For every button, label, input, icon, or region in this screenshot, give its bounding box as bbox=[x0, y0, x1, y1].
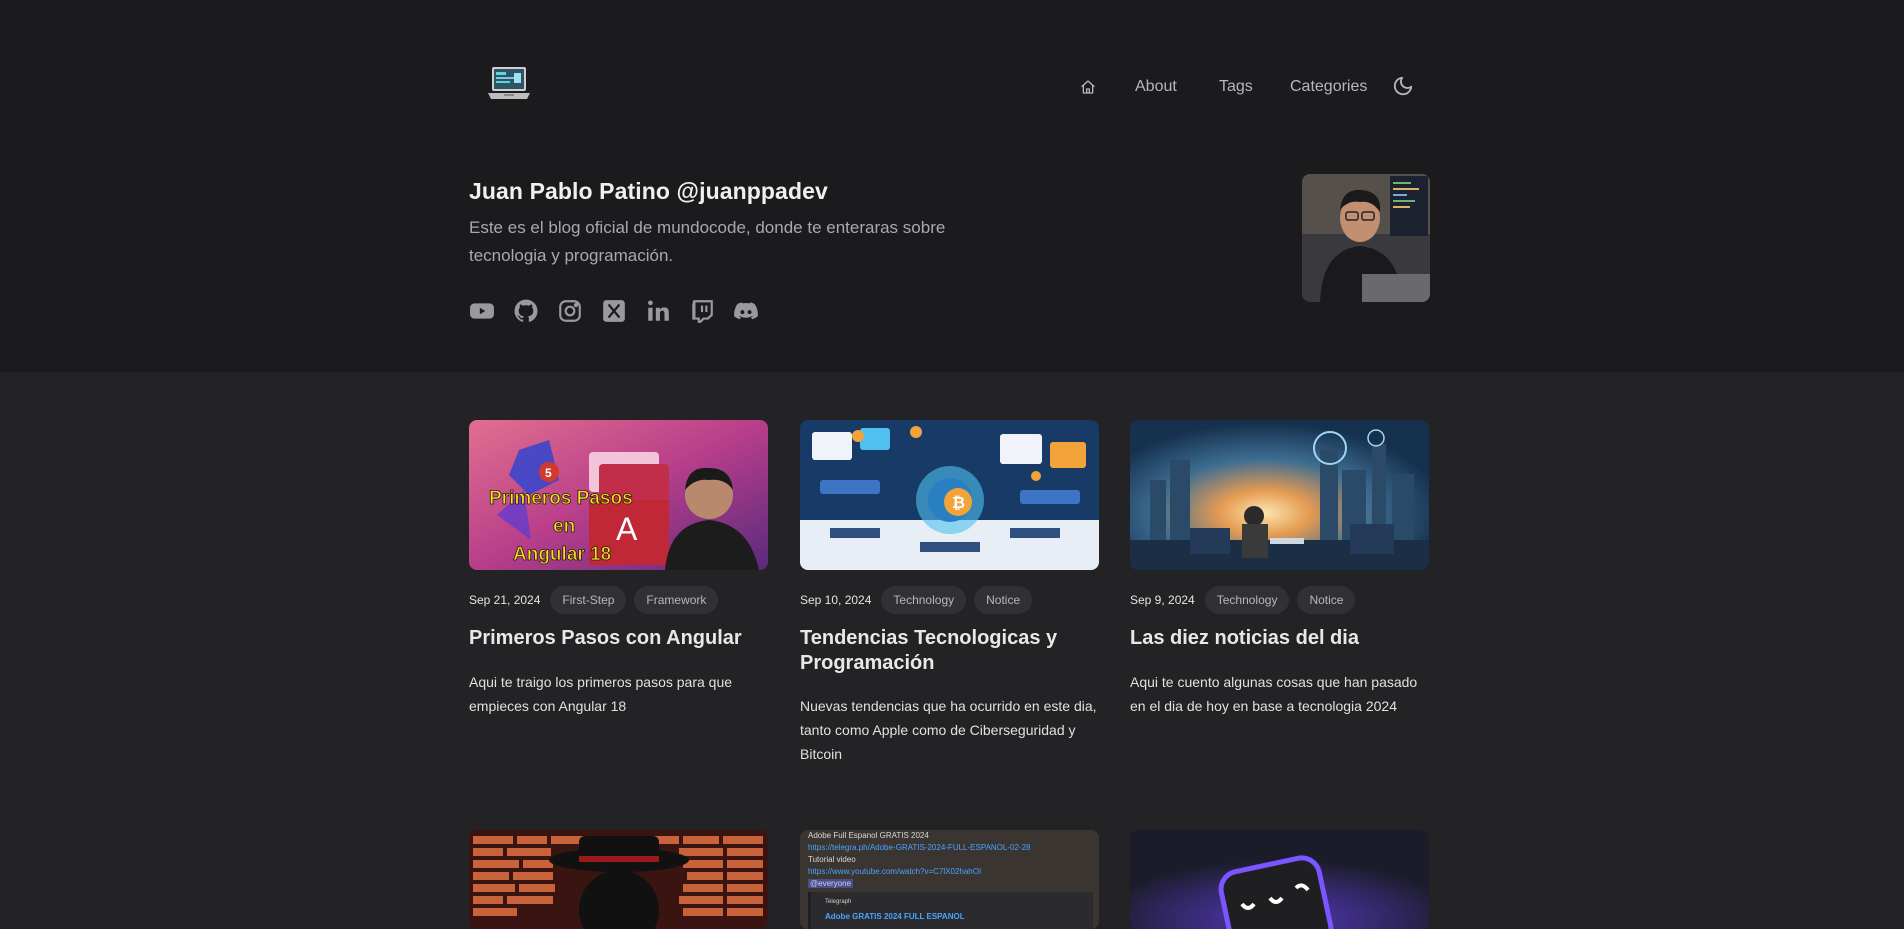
hero-header bbox=[0, 0, 1904, 372]
home-icon[interactable] bbox=[1080, 79, 1096, 100]
embed-site: Telegraph bbox=[825, 899, 852, 905]
youtube-icon[interactable] bbox=[469, 298, 495, 324]
post-tag[interactable]: Technology bbox=[1204, 586, 1290, 614]
post-date: Sep 9, 2024 bbox=[1130, 593, 1195, 607]
post-description: Aqui te traigo los primeros pasos para q… bbox=[469, 674, 733, 714]
top-nav: About Tags Categories bbox=[0, 72, 1904, 102]
post-thumbnail[interactable] bbox=[1130, 830, 1429, 929]
nav-categories[interactable]: Categories bbox=[1290, 72, 1367, 102]
preview-link[interactable]: https://telegra.ph/Adobe-GRATIS-2024-FUL… bbox=[808, 843, 1030, 852]
nav-tags[interactable]: Tags bbox=[1219, 72, 1253, 102]
post-thumbnail[interactable]: 5 A Primeros Pasos en Angular 18 bbox=[469, 420, 768, 570]
post-title[interactable]: Tendencias Tecnologicas y Programación bbox=[800, 626, 1099, 676]
nav-about[interactable]: About bbox=[1135, 72, 1177, 102]
post-tag[interactable]: First-Step bbox=[550, 586, 627, 614]
thumb-title-line3: Angular 18 bbox=[513, 544, 611, 565]
post-thumbnail[interactable] bbox=[469, 830, 768, 929]
svg-text:A: A bbox=[616, 511, 638, 547]
preview-text: Tutorial video bbox=[808, 855, 856, 864]
author-avatar bbox=[1302, 174, 1430, 302]
embed-title[interactable]: Adobe GRATIS 2024 FULL ESPANOL bbox=[825, 912, 965, 921]
author-name: Juan Pablo Patino @juanppadev bbox=[469, 178, 828, 204]
svg-text:₿: ₿ bbox=[952, 494, 965, 512]
preview-mention: @everyone bbox=[808, 879, 854, 888]
post-title[interactable]: Las diez noticias del dia bbox=[1130, 626, 1429, 651]
author-bio: Este es el blog oficial de mundocode, do… bbox=[469, 218, 946, 265]
post-meta: Sep 21, 2024 First-Step Framework bbox=[469, 586, 726, 614]
github-icon[interactable] bbox=[513, 298, 539, 324]
x-icon[interactable] bbox=[601, 298, 627, 324]
post-tag[interactable]: Technology bbox=[881, 586, 967, 614]
post-meta: Sep 10, 2024 Technology Notice bbox=[800, 586, 1040, 614]
linkedin-icon[interactable] bbox=[645, 298, 671, 324]
post-thumbnail[interactable]: ₿ bbox=[800, 420, 1099, 570]
post-tag[interactable]: Notice bbox=[1297, 586, 1356, 614]
thumb-title-line2: en bbox=[553, 516, 575, 537]
twitch-icon[interactable] bbox=[689, 298, 715, 324]
preview-link[interactable]: https://www.youtube.com/watch?v=C7lX02ha… bbox=[808, 867, 981, 876]
moon-icon[interactable] bbox=[1392, 75, 1414, 102]
discord-message-preview: Adobe Full Espanol GRATIS 2024 https://t… bbox=[800, 830, 1099, 929]
preview-text: Adobe Full Espanol GRATIS 2024 bbox=[808, 831, 929, 840]
post-description: Nuevas tendencias que ha ocurrido en est… bbox=[800, 698, 1097, 762]
thumb-title-line1: Primeros Pasos bbox=[489, 488, 633, 509]
instagram-icon[interactable] bbox=[557, 298, 583, 324]
post-thumbnail[interactable] bbox=[1130, 420, 1429, 570]
discord-icon[interactable] bbox=[733, 298, 759, 324]
post-title[interactable]: Primeros Pasos con Angular bbox=[469, 626, 768, 651]
post-tag[interactable]: Notice bbox=[974, 586, 1033, 614]
post-description: Aqui te cuento algunas cosas que han pas… bbox=[1130, 674, 1418, 714]
post-date: Sep 10, 2024 bbox=[800, 593, 872, 607]
post-thumbnail[interactable]: Adobe Full Espanol GRATIS 2024 https://t… bbox=[800, 830, 1099, 929]
post-tag[interactable]: Framework bbox=[634, 586, 719, 614]
post-meta: Sep 9, 2024 Technology Notice bbox=[1130, 586, 1363, 614]
preview-embed: Telegraph Adobe GRATIS 2024 FULL ESPANOL bbox=[808, 892, 1093, 929]
thumb-badge-text: 5 bbox=[545, 466, 552, 480]
post-date: Sep 21, 2024 bbox=[469, 593, 541, 607]
